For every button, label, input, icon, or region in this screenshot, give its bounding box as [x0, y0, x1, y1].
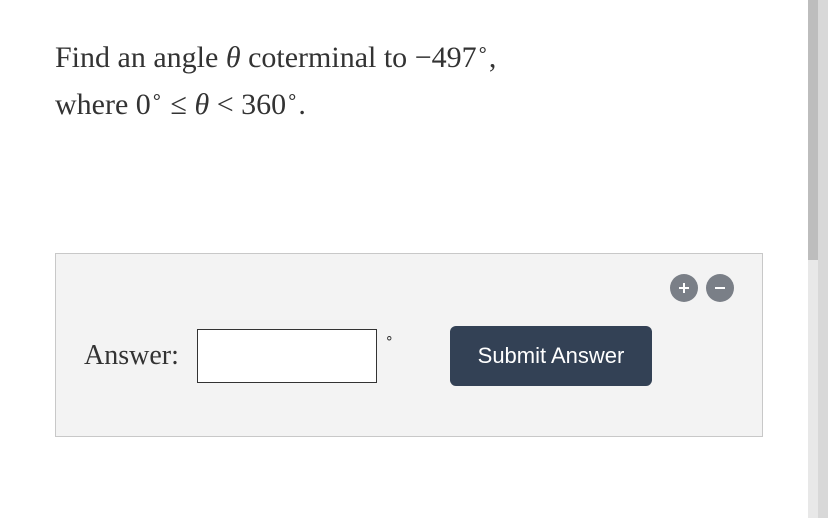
submit-button[interactable]: Submit Answer [450, 326, 653, 386]
q-deg1: ∘ [477, 40, 489, 61]
answer-label: Answer: [84, 340, 179, 372]
q-theta2: θ [194, 88, 209, 121]
q-zero: 0 [136, 88, 151, 121]
q-theta: θ [226, 41, 241, 74]
q-mid1: coterminal to [241, 41, 415, 74]
q-leq: ≤ [163, 88, 194, 121]
answer-panel: Answer: ∘ Submit Answer [55, 253, 763, 437]
question-text: Find an angle θ coterminal to −497∘, whe… [55, 35, 763, 128]
zoom-out-button[interactable] [706, 274, 734, 302]
q-comma: , [489, 41, 497, 74]
q-360: 360 [241, 88, 286, 121]
q-deg3: ∘ [286, 87, 298, 108]
panel-controls [84, 274, 734, 302]
q-deg2: ∘ [151, 87, 163, 108]
scrollbar-track[interactable] [808, 0, 818, 518]
q-lt: < [209, 88, 241, 121]
minus-icon [713, 281, 727, 295]
q-line2a: where [55, 88, 136, 121]
q-period: . [298, 88, 306, 121]
scrollbar-thumb[interactable] [808, 0, 818, 260]
zoom-in-button[interactable] [670, 274, 698, 302]
answer-row: Answer: ∘ Submit Answer [84, 326, 734, 386]
q-prefix: Find an angle [55, 41, 226, 74]
answer-input[interactable] [197, 329, 377, 383]
q-value: −497 [415, 41, 477, 74]
degree-symbol: ∘ [385, 330, 394, 347]
plus-icon [677, 281, 691, 295]
